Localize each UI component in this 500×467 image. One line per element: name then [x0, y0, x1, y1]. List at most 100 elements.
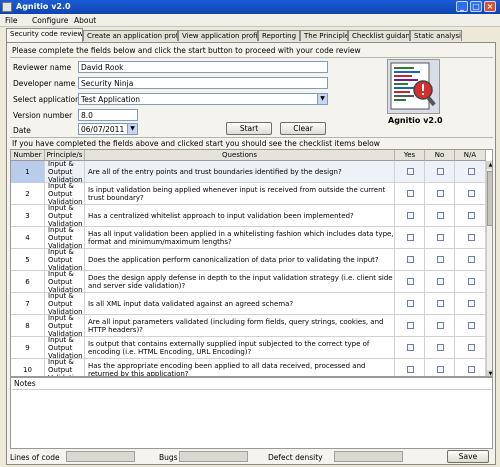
na-checkbox[interactable]	[467, 212, 475, 219]
window-titlebar: Agnitio v2.0 _ □ ×	[0, 0, 500, 14]
checklist-note: If you have completed the fields above a…	[12, 139, 380, 148]
chevron-down-icon[interactable]: ▼	[317, 94, 327, 104]
save-button[interactable]: Save	[447, 450, 489, 463]
start-button[interactable]: Start	[226, 122, 272, 135]
yes-checkbox[interactable]	[407, 344, 414, 351]
table-row[interactable]: 8 Input & Output Validation Are all input …	[11, 315, 486, 337]
logo-caption: Agnitio v2.0	[388, 116, 443, 125]
row-question: Is all XML input data validated against …	[85, 293, 395, 315]
reviewer-name-label: Reviewer name	[13, 63, 72, 72]
table-row[interactable]: 6 Input & Output Validation Does the desig…	[11, 271, 486, 293]
cell-yes	[395, 249, 425, 271]
column-header-yes[interactable]: Yes	[395, 150, 425, 161]
scroll-up-arrow-icon[interactable]: ▲	[487, 161, 492, 169]
yes-checkbox[interactable]	[407, 190, 414, 197]
no-checkbox[interactable]	[437, 344, 444, 351]
na-checkbox[interactable]	[467, 278, 475, 285]
no-checkbox[interactable]	[437, 212, 444, 219]
na-checkbox[interactable]	[467, 366, 475, 373]
tab-strip: Security code review Create an applicati…	[6, 28, 496, 42]
no-checkbox[interactable]	[437, 234, 444, 241]
scroll-thumb[interactable]	[487, 171, 492, 226]
no-checkbox[interactable]	[437, 190, 444, 197]
yes-checkbox[interactable]	[407, 278, 414, 285]
na-checkbox[interactable]	[467, 322, 475, 329]
cell-na	[455, 249, 486, 271]
row-question: Is output that contains externally suppl…	[85, 337, 395, 359]
date-picker[interactable]: 06/07/2011 ▼	[78, 123, 138, 135]
tab-security-code-review[interactable]: Security code review	[6, 28, 83, 42]
table-row[interactable]: 5 Input & Output Validation Does the appli…	[11, 249, 486, 271]
agnitio-logo	[387, 59, 440, 114]
menu-file[interactable]: File	[5, 16, 18, 25]
table-row[interactable]: 3 Input & Output Validation Has a centrali…	[11, 205, 486, 227]
close-button[interactable]: ×	[484, 1, 496, 12]
tab-static-analysis[interactable]: Static analysis	[410, 30, 462, 41]
yes-checkbox[interactable]	[407, 212, 414, 219]
table-row[interactable]: 4 Input & Output Validation Has all input …	[11, 227, 486, 249]
table-row[interactable]: 2 Input & Output Validation Is input valid…	[11, 183, 486, 205]
defect-density-label: Defect density	[268, 453, 323, 462]
table-row[interactable]: 10Input & Output ValidationHas the appro…	[11, 359, 486, 376]
na-checkbox[interactable]	[467, 256, 475, 263]
tab-checklist-guidance[interactable]: Checklist guidance	[348, 30, 410, 41]
form-instruction: Please complete the fields below and cli…	[12, 46, 361, 55]
row-question: Does the application perform canonicaliz…	[85, 249, 395, 271]
vertical-scrollbar[interactable]: ▲ ▼	[486, 161, 492, 376]
row-principle: Input & Output Validation	[45, 271, 85, 293]
menu-about[interactable]: About	[74, 16, 96, 25]
minimize-button[interactable]: _	[456, 1, 468, 12]
na-checkbox[interactable]	[467, 234, 475, 241]
tab-view-application-profiles[interactable]: View application profiles	[178, 30, 258, 41]
chevron-down-icon[interactable]: ▼	[127, 124, 137, 134]
reviewer-name-input[interactable]: David Rook	[78, 61, 328, 73]
notes-area[interactable]: Notes	[10, 377, 493, 449]
menu-bar: File Configure About	[0, 14, 500, 27]
cell-no	[425, 227, 455, 249]
row-principle: Input & Output Validation	[45, 293, 85, 315]
column-header-na[interactable]: N/A	[455, 150, 486, 161]
cell-yes	[395, 315, 425, 337]
na-checkbox[interactable]	[467, 168, 475, 175]
yes-checkbox[interactable]	[407, 256, 414, 263]
tab-create-application-profile[interactable]: Create an application profile	[83, 30, 178, 41]
row-number: 9	[11, 337, 45, 359]
clear-button[interactable]: Clear	[280, 122, 326, 135]
cell-na	[455, 293, 486, 315]
cell-no	[425, 183, 455, 205]
table-row[interactable]: 1 Input & Output Validation Are all of the…	[11, 161, 486, 183]
scroll-down-arrow-icon[interactable]: ▼	[487, 370, 492, 376]
notes-label: Notes	[14, 379, 36, 388]
checklist-table: Number Principle/s Questions Yes No N/A …	[10, 149, 493, 377]
na-checkbox[interactable]	[467, 344, 475, 351]
maximize-button[interactable]: □	[470, 1, 482, 12]
cell-na	[455, 227, 486, 249]
version-number-input[interactable]: 8.0	[78, 109, 138, 121]
no-checkbox[interactable]	[437, 256, 444, 263]
table-row[interactable]: 9 Input & Output Validation Is output that…	[11, 337, 486, 359]
yes-checkbox[interactable]	[407, 322, 414, 329]
yes-checkbox[interactable]	[407, 300, 414, 307]
no-checkbox[interactable]	[437, 300, 444, 307]
developer-name-input[interactable]: Security Ninja	[78, 77, 328, 89]
yes-checkbox[interactable]	[407, 234, 414, 241]
tab-reporting[interactable]: Reporting	[258, 30, 300, 41]
no-checkbox[interactable]	[437, 168, 444, 175]
column-header-no[interactable]: No	[425, 150, 455, 161]
yes-checkbox[interactable]	[407, 168, 414, 175]
divider	[12, 389, 491, 390]
application-select[interactable]: Test Application ▼	[78, 93, 328, 105]
select-application-label: Select application	[13, 95, 80, 104]
column-header-principles[interactable]: Principle/s	[45, 150, 85, 161]
column-header-questions[interactable]: Questions	[85, 150, 395, 161]
no-checkbox[interactable]	[437, 278, 444, 285]
na-checkbox[interactable]	[467, 300, 475, 307]
no-checkbox[interactable]	[437, 366, 444, 373]
table-row[interactable]: 7 Input & Output Validation Is all XML inp…	[11, 293, 486, 315]
yes-checkbox[interactable]	[407, 366, 414, 373]
na-checkbox[interactable]	[467, 190, 475, 197]
menu-configure[interactable]: Configure	[32, 16, 68, 25]
column-header-number[interactable]: Number	[11, 150, 45, 161]
no-checkbox[interactable]	[437, 322, 444, 329]
tab-the-principles[interactable]: The Principles	[300, 30, 348, 41]
